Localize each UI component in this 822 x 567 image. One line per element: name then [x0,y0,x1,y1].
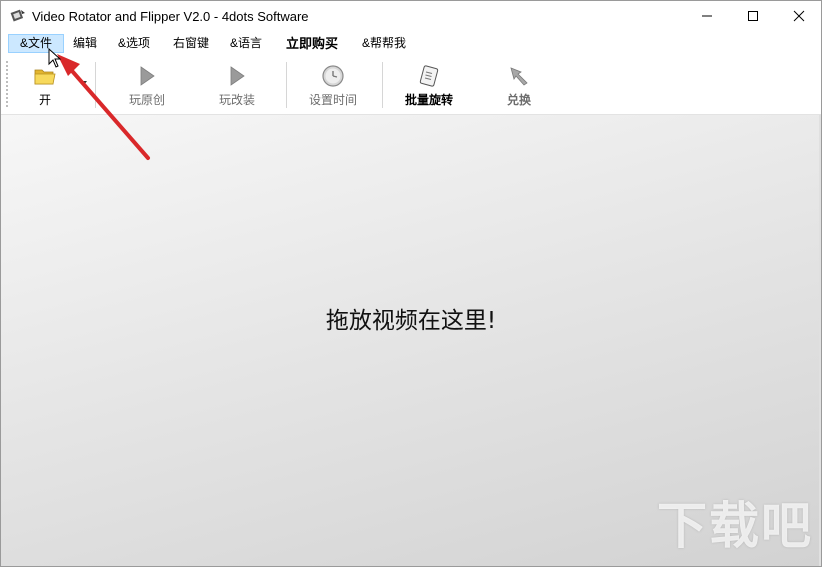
maximize-button[interactable] [730,1,776,31]
window-title: Video Rotator and Flipper V2.0 - 4dots S… [32,8,309,24]
batch-rotate-button[interactable]: 批量旋转 [399,56,459,114]
convert-icon [510,67,528,86]
vertical-scrollbar[interactable] [819,115,821,566]
scroll-icon [419,65,439,87]
app-window: Video Rotator and Flipper V2.0 - 4dots S… [0,0,822,567]
close-icon [793,10,805,22]
open-label: 开 [38,93,51,107]
title-bar: Video Rotator and Flipper V2.0 - 4dots S… [1,1,821,31]
play-icon [140,66,155,86]
menu-bar: &文件 编辑 &选项 右窗键 &语言 立即购买 &帮帮我 [1,32,821,55]
video-drop-area[interactable]: 拖放视频在这里! 下载吧 [1,115,821,566]
play-icon [230,66,245,86]
toolbar-separator [382,62,383,108]
menu-edit[interactable]: 编辑 [71,34,99,53]
folder-icon [34,69,56,85]
convert-button[interactable]: 兑换 [497,56,541,114]
batch-rotate-label: 批量旋转 [404,93,453,107]
open-button[interactable]: 开 [23,56,67,114]
close-button[interactable] [776,1,821,31]
set-time-label: 设置时间 [308,93,357,107]
toolbar-grip[interactable] [5,60,9,108]
convert-label: 兑换 [506,93,531,107]
toolbar-separator [95,62,96,108]
menu-language[interactable]: &语言 [228,34,264,53]
minimize-icon [702,15,712,17]
menu-buy-now[interactable]: 立即购买 [284,34,340,53]
maximize-icon [748,11,758,21]
watermark-text: 下载吧 [657,497,813,555]
play-modified-label: 玩改装 [218,93,255,107]
play-original-label: 玩原创 [128,93,165,107]
play-modified-button[interactable]: 玩改装 [209,56,265,114]
toolbar: 开 玩原创 玩改装 设置时间 批量旋转 兑换 [1,56,821,115]
clock-icon [322,65,344,87]
menu-options[interactable]: &选项 [116,34,152,53]
drop-hint-text: 拖放视频在这里! [325,308,497,334]
play-original-button[interactable]: 玩原创 [119,56,175,114]
set-time-button[interactable]: 设置时间 [303,56,363,114]
minimize-button[interactable] [684,1,730,31]
open-dropdown-arrow-icon[interactable] [81,81,87,85]
menu-context-key[interactable]: 右窗键 [171,34,211,53]
app-icon [10,9,25,22]
toolbar-separator [286,62,287,108]
menu-help[interactable]: &帮帮我 [360,34,408,53]
menu-file[interactable]: &文件 [8,34,64,53]
